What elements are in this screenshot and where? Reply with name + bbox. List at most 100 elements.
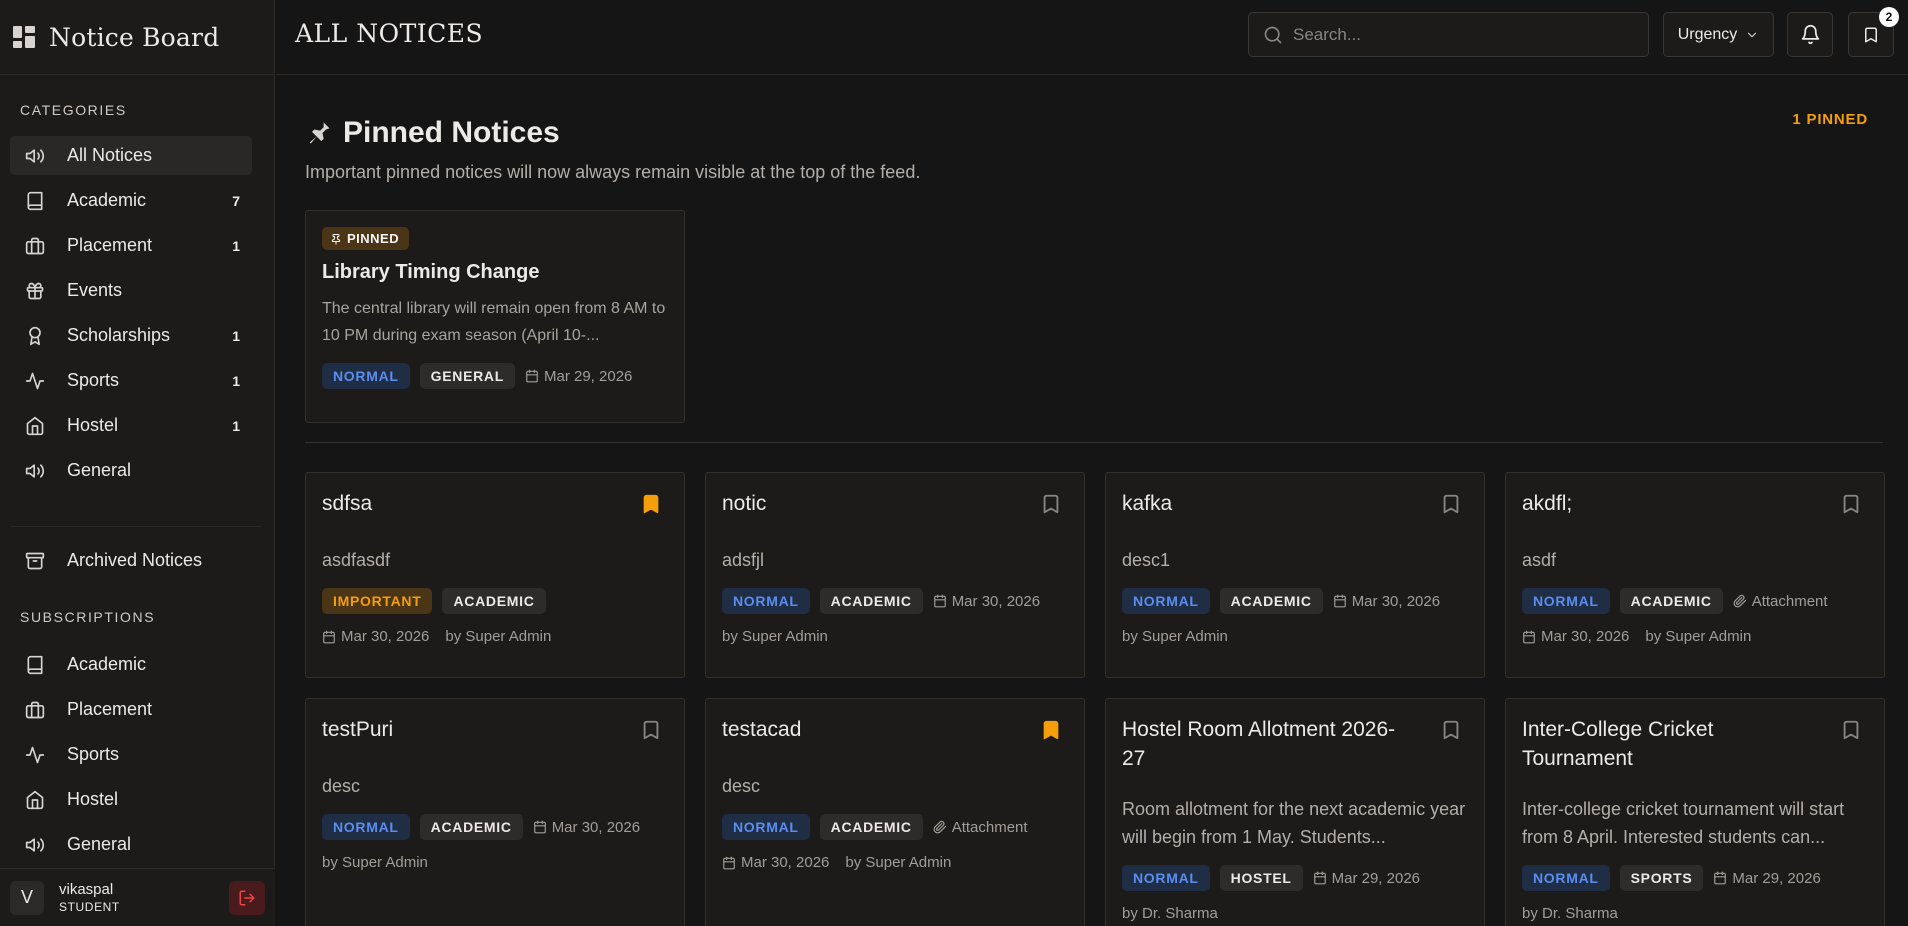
pinned-count: 1 PINNED bbox=[1792, 111, 1868, 128]
subscription-item-placement[interactable]: Placement bbox=[10, 690, 252, 729]
bookmark-icon[interactable] bbox=[1840, 493, 1862, 515]
notice-card[interactable]: sdfsa asdfasdf IMPORTANT ACADEMIC Mar 30… bbox=[305, 472, 685, 678]
calendar-icon bbox=[533, 820, 546, 834]
notice-date: Mar 30, 2026 bbox=[533, 819, 640, 836]
notice-card[interactable]: Inter-College Cricket Tournament Inter-c… bbox=[1505, 698, 1885, 926]
notice-date: Mar 29, 2026 bbox=[1713, 869, 1821, 887]
notice-date-text: Mar 30, 2026 bbox=[741, 854, 830, 871]
pinned-notice-card[interactable]: PINNED Library Timing Change The central… bbox=[305, 210, 685, 423]
book-icon bbox=[24, 190, 46, 212]
bookmark-icon[interactable] bbox=[1440, 719, 1462, 741]
search-input[interactable] bbox=[1293, 24, 1623, 45]
calendar-icon bbox=[1313, 871, 1326, 885]
urgency-tag: NORMAL bbox=[1122, 865, 1210, 891]
urgency-dropdown[interactable]: Urgency bbox=[1663, 12, 1774, 57]
notice-author: by Super Admin bbox=[1645, 628, 1752, 645]
bookmark-filled-icon[interactable] bbox=[640, 493, 662, 515]
category-tag: SPORTS bbox=[1619, 865, 1704, 891]
urgency-tag: NORMAL bbox=[1522, 588, 1610, 614]
sidebar-item-label: General bbox=[67, 460, 132, 480]
category-tag: HOSTEL bbox=[1219, 865, 1303, 891]
notice-date-text: Mar 29, 2026 bbox=[544, 367, 633, 385]
notice-author: by Super Admin bbox=[722, 628, 828, 645]
user-name: vikaspal bbox=[59, 881, 114, 898]
notice-attachment[interactable]: Attachment bbox=[1733, 593, 1828, 610]
bookmarks-button[interactable]: 2 bbox=[1848, 7, 1899, 57]
urgency-tag: NORMAL bbox=[722, 814, 810, 840]
home-icon bbox=[24, 789, 46, 811]
home-icon bbox=[24, 415, 46, 437]
notice-card[interactable]: akdfl; asdf NORMAL ACADEMIC Attachment M… bbox=[1505, 472, 1885, 678]
urgency-tag: NORMAL bbox=[1122, 588, 1210, 614]
subscription-item-label: Sports bbox=[67, 744, 120, 764]
sidebar-item-label: Hostel bbox=[67, 415, 119, 435]
notice-card[interactable]: kafka desc1 NORMAL ACADEMIC Mar 30, 2026… bbox=[1105, 472, 1485, 678]
notice-desc: desc bbox=[722, 776, 761, 796]
subscription-item-sports[interactable]: Sports bbox=[10, 735, 252, 774]
notice-date-text: Mar 29, 2026 bbox=[1732, 869, 1821, 887]
notice-title: akdfl; bbox=[1522, 492, 1573, 515]
notice-card[interactable]: Hostel Room Allotment 2026-27 Room allot… bbox=[1105, 698, 1485, 926]
subscription-item-general[interactable]: General bbox=[10, 825, 252, 864]
paperclip-icon bbox=[933, 820, 946, 834]
archived-nav: Archived Notices bbox=[10, 541, 252, 586]
sidebar-item-archived[interactable]: Archived Notices bbox=[10, 541, 252, 580]
categories-label: CATEGORIES bbox=[20, 102, 127, 118]
notice-date: Mar 30, 2026 bbox=[322, 628, 429, 645]
urgency-tag: NORMAL bbox=[322, 814, 410, 840]
notifications-button[interactable] bbox=[1787, 12, 1833, 57]
notice-title: notic bbox=[722, 492, 767, 515]
notice-card[interactable]: notic adsfjl NORMAL ACADEMIC Mar 30, 202… bbox=[705, 472, 1085, 678]
sidebar-item-academic[interactable]: Academic 7 bbox=[10, 181, 252, 220]
sidebar-item-placement[interactable]: Placement 1 bbox=[10, 226, 252, 265]
activity-icon bbox=[24, 370, 46, 392]
sidebar-item-label: Events bbox=[67, 280, 123, 300]
sidebar-item-general[interactable]: General bbox=[10, 451, 252, 490]
category-tag: ACADEMIC bbox=[1219, 588, 1323, 614]
notice-title: Inter-College Cricket Tournament bbox=[1522, 718, 1714, 770]
notice-card[interactable]: testPuri desc NORMAL ACADEMIC Mar 30, 20… bbox=[305, 698, 685, 926]
main-content: Pinned Notices 1 PINNED Important pinned… bbox=[276, 76, 1908, 926]
sidebar-item-events[interactable]: Events bbox=[10, 271, 252, 310]
subscription-item-hostel[interactable]: Hostel bbox=[10, 780, 252, 819]
urgency-tag: IMPORTANT bbox=[322, 588, 433, 614]
search-box[interactable] bbox=[1248, 12, 1649, 57]
sidebar-item-count: 1 bbox=[232, 327, 240, 344]
megaphone-icon bbox=[24, 834, 46, 856]
notice-author: by Super Admin bbox=[445, 628, 552, 645]
avatar[interactable]: V bbox=[10, 880, 44, 915]
notice-author: by Super Admin bbox=[322, 854, 428, 871]
megaphone-icon bbox=[24, 145, 46, 167]
bookmark-icon[interactable] bbox=[1440, 493, 1462, 515]
paperclip-icon bbox=[1733, 594, 1746, 608]
top-header: ALL NOTICES Urgency 2 bbox=[276, 0, 1908, 75]
notice-card[interactable]: testacad desc NORMAL ACADEMIC Attachment… bbox=[705, 698, 1085, 926]
sidebar-item-hostel[interactable]: Hostel 1 bbox=[10, 406, 252, 445]
urgency-tag: NORMAL bbox=[1522, 865, 1610, 891]
sidebar-item-label: All Notices bbox=[67, 145, 153, 165]
bookmark-icon[interactable] bbox=[640, 719, 662, 741]
notice-date-text: Mar 30, 2026 bbox=[951, 592, 1041, 610]
categories-nav: All Notices Academic 7 Placement 1 Event… bbox=[10, 136, 252, 496]
notice-author: by Dr. Sharma bbox=[1522, 905, 1618, 922]
subscription-item-academic[interactable]: Academic bbox=[10, 645, 252, 684]
bookmark-icon[interactable] bbox=[1840, 719, 1862, 741]
category-tag: ACADEMIC bbox=[442, 588, 546, 614]
book-icon bbox=[24, 654, 46, 676]
notice-attachment[interactable]: Attachment bbox=[933, 819, 1028, 836]
category-tag: ACADEMIC bbox=[819, 588, 923, 614]
subscription-item-label: Placement bbox=[67, 699, 153, 719]
notice-tags: NORMAL GENERAL Mar 29, 2026 bbox=[322, 363, 668, 389]
sidebar-item-sports[interactable]: Sports 1 bbox=[10, 361, 252, 400]
bookmark-icon[interactable] bbox=[1040, 493, 1062, 515]
notice-date: Mar 29, 2026 bbox=[525, 368, 632, 385]
notice-date: Mar 30, 2026 bbox=[1522, 628, 1629, 645]
notice-date-text: Mar 30, 2026 bbox=[341, 628, 430, 645]
notice-author: by Super Admin bbox=[1122, 628, 1228, 645]
sidebar-item-all-notices[interactable]: All Notices bbox=[10, 136, 252, 175]
notice-date: Mar 30, 2026 bbox=[722, 854, 829, 871]
bookmark-filled-icon[interactable] bbox=[1040, 719, 1062, 741]
brand[interactable]: Notice Board bbox=[0, 0, 274, 75]
sidebar-item-scholarships[interactable]: Scholarships 1 bbox=[10, 316, 252, 355]
logout-button[interactable] bbox=[229, 880, 265, 915]
